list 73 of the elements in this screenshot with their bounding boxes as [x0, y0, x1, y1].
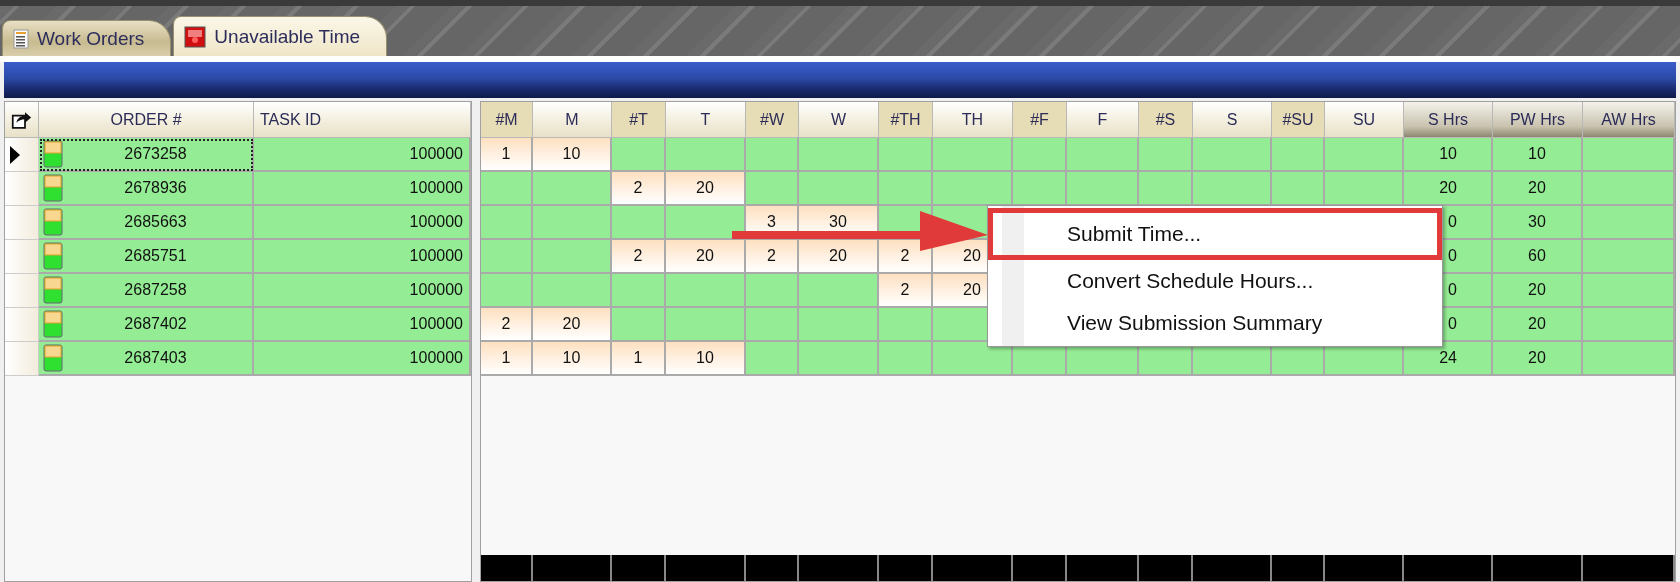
table-cell: 100000 — [254, 138, 471, 172]
table-cell: 2 — [879, 240, 933, 274]
menu-item[interactable]: Submit Time... — [988, 208, 1442, 260]
table-cell: 100000 — [254, 172, 471, 206]
column-header[interactable]: M — [533, 102, 612, 138]
table-cell: 2 — [879, 274, 933, 308]
tab[interactable]: Unavailable Time — [173, 16, 388, 56]
status-icon — [43, 276, 63, 304]
table-cell: 20 — [1493, 308, 1583, 342]
table-cell: 10 — [1493, 138, 1583, 172]
column-header[interactable]: #SU — [1272, 102, 1325, 138]
column-header[interactable]: #M — [481, 102, 533, 138]
column-header[interactable]: W — [799, 102, 879, 138]
table-cell: 2 — [612, 172, 666, 206]
table-cell: 2 — [481, 308, 533, 342]
order-cell: 2678936 — [39, 172, 254, 206]
table-cell: 30 — [1493, 206, 1583, 240]
table-cell: 100000 — [254, 206, 471, 240]
table-cell: 100000 — [254, 308, 471, 342]
column-header[interactable]: TASK ID — [254, 102, 471, 138]
table-cell: 10 — [533, 342, 612, 376]
status-icon — [43, 344, 63, 372]
order-cell: 2685751 — [39, 240, 254, 274]
table-cell: 20 — [533, 308, 612, 342]
table-cell: 20 — [1493, 342, 1583, 376]
table-cell: 100000 — [254, 342, 471, 376]
status-icon — [43, 242, 63, 270]
column-header[interactable]: #W — [746, 102, 799, 138]
status-icon — [43, 310, 63, 338]
column-header[interactable]: SU — [1325, 102, 1404, 138]
column-header[interactable]: #F — [1013, 102, 1067, 138]
order-cell: 2685663 — [39, 206, 254, 240]
table-cell: 20 — [1404, 172, 1493, 206]
order-cell: 2687403 — [39, 342, 254, 376]
column-header[interactable]: F — [1067, 102, 1139, 138]
column-header[interactable]: T — [666, 102, 746, 138]
table-cell: 20 — [1493, 274, 1583, 308]
column-header[interactable]: TH — [933, 102, 1013, 138]
table-cell: 100000 — [254, 240, 471, 274]
table-cell: 2 — [612, 240, 666, 274]
status-icon — [43, 174, 63, 202]
table-cell: 20 — [799, 240, 879, 274]
document-icon — [13, 28, 29, 49]
table-cell: 2 — [746, 240, 799, 274]
status-icon — [43, 208, 63, 236]
table-cell: 10 — [666, 342, 746, 376]
table-cell: 60 — [1493, 240, 1583, 274]
table-cell: 1 — [481, 138, 533, 172]
stop-icon — [184, 25, 207, 48]
table-cell: 20 — [666, 172, 746, 206]
table-cell: 1 — [481, 342, 533, 376]
tab[interactable]: Work Orders — [2, 20, 172, 56]
row-selector[interactable] — [5, 138, 39, 172]
table-cell: 100000 — [254, 274, 471, 308]
table-cell: 10 — [533, 138, 612, 172]
current-row-icon — [9, 144, 21, 165]
order-cell: 2687402 — [39, 308, 254, 342]
column-header[interactable]: PW Hrs — [1493, 102, 1583, 138]
column-header[interactable]: #T — [612, 102, 666, 138]
column-header[interactable]: #TH — [879, 102, 933, 138]
column-header[interactable]: S — [1193, 102, 1272, 138]
order-cell: 2687258 — [39, 274, 254, 308]
status-icon — [43, 140, 63, 168]
table-cell: 24 — [1404, 342, 1493, 376]
order-cell: 2673258 — [39, 138, 254, 172]
table-cell: 20 — [1493, 172, 1583, 206]
column-header[interactable]: #S — [1139, 102, 1193, 138]
column-header[interactable]: S Hrs — [1404, 102, 1493, 138]
column-header[interactable]: AW Hrs — [1583, 102, 1675, 138]
table-cell: 20 — [666, 240, 746, 274]
column-header[interactable]: ORDER # — [39, 102, 254, 138]
table-cell: 1 — [612, 342, 666, 376]
table-cell: 10 — [1404, 138, 1493, 172]
